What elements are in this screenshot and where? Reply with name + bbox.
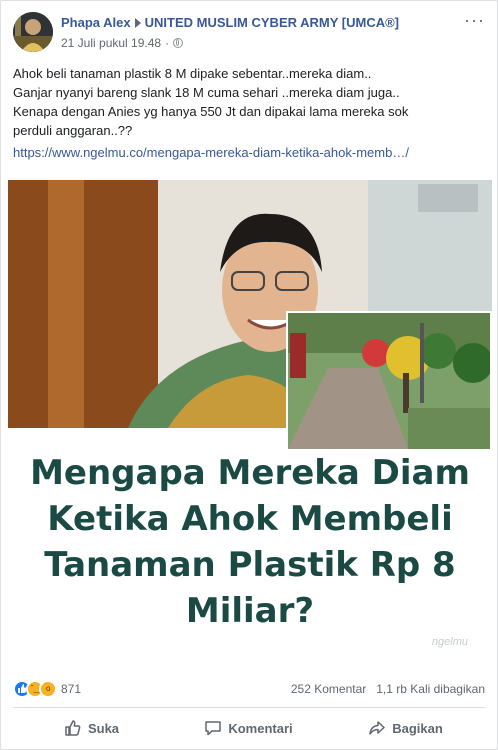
share-label: Bagikan (392, 720, 443, 736)
avatar[interactable] (13, 12, 53, 52)
post-card: Phapa Alex UNITED MUSLIM CYBER ARMY [UMCA… (0, 0, 498, 750)
headline-line: Ketika Ahok Membeli (47, 499, 453, 539)
post-text-line: Ganjar nyanyi bareng slank 18 M cuma seh… (13, 85, 400, 100)
author-line: Phapa Alex UNITED MUSLIM CYBER ARMY [UMCA… (61, 15, 399, 30)
engagement-counts: 252 Komentar 1,1 rb Kali dibagikan (291, 682, 485, 696)
comment-label: Komentari (228, 720, 293, 736)
thumbs-up-icon (65, 720, 81, 736)
share-button[interactable]: Bagikan (327, 711, 484, 745)
headline-line: Miliar? (185, 591, 315, 631)
post-actions: Suka Komentari Bagikan (13, 711, 485, 745)
reaction-count[interactable]: 871 (61, 682, 81, 696)
post-header: Phapa Alex UNITED MUSLIM CYBER ARMY [UMCA… (13, 11, 485, 54)
wow-reaction-icon: o (39, 680, 57, 698)
comment-count[interactable]: 252 Komentar (291, 682, 366, 696)
plants-photo (286, 311, 492, 451)
headline-line: Tanaman Plastik Rp 8 (44, 545, 456, 585)
headline-line: Mengapa Mereka Diam (30, 453, 470, 493)
post-stats: ˘‿˘ o 871 252 Komentar 1,1 rb Kali dibagi… (13, 678, 485, 700)
watermark: ngelmu (431, 636, 468, 648)
share-count[interactable]: 1,1 rb Kali dibagikan (376, 682, 485, 696)
comment-bubble-icon (205, 721, 222, 736)
like-button[interactable]: Suka (13, 711, 170, 745)
share-arrow-icon (369, 721, 385, 735)
group-name[interactable]: UNITED MUSLIM CYBER ARMY [UMCA®] (145, 15, 399, 30)
divider (13, 707, 485, 708)
post-text-line: Ahok beli tanaman plastik 8 M dipake seb… (13, 66, 372, 81)
post-text: Ahok beli tanaman plastik 8 M dipake seb… (13, 64, 483, 140)
author-name[interactable]: Phapa Alex (61, 15, 131, 30)
post-text-line: perduli anggaran..?? (13, 123, 133, 138)
more-options-icon[interactable]: ··· (464, 11, 485, 29)
post-text-line: Kenapa dengan Anies yg hanya 550 Jt dan … (13, 104, 409, 119)
post-timestamp[interactable]: 21 Juli pukul 19.48 (61, 36, 161, 50)
image-headline: Mengapa Mereka Diam Ketika Ahok Membeli … (8, 450, 492, 634)
link-preview-image[interactable]: Mengapa Mereka Diam Ketika Ahok Membeli … (8, 180, 492, 670)
comment-button[interactable]: Komentari (170, 711, 327, 745)
post-meta: 21 Juli pukul 19.48 · (61, 36, 184, 50)
like-label: Suka (87, 720, 120, 736)
post-link[interactable]: https://www.ngelmu.co/mengapa-mereka-dia… (13, 145, 409, 160)
globe-icon[interactable] (173, 38, 184, 48)
arrow-right-icon (134, 18, 141, 29)
